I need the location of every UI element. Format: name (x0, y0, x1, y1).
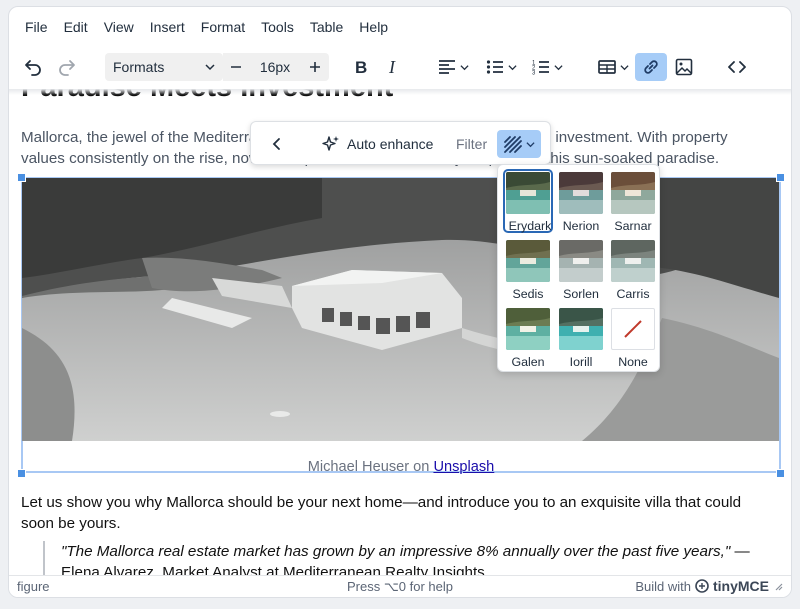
filter-galen[interactable]: Galen (503, 305, 553, 369)
bold-icon: B (355, 58, 367, 76)
italic-icon: I (388, 58, 396, 76)
filter-label-none: None (618, 355, 648, 369)
blockquote: "The Mallorca real estate market has gro… (43, 541, 763, 579)
filter-iorill[interactable]: Iorill (556, 305, 606, 369)
filter-nerion[interactable]: Nerion (556, 169, 606, 233)
sparkles-icon (322, 136, 339, 151)
filter-thumb (506, 172, 550, 214)
chevron-left-icon (272, 138, 280, 150)
brand-name: tinyMCE (713, 578, 769, 594)
svg-text:I: I (388, 58, 396, 76)
link-button[interactable] (635, 53, 667, 81)
tinymce-logo-icon (695, 579, 709, 593)
font-size-increase-button[interactable] (301, 53, 329, 81)
filter-erydark[interactable]: Erydark (503, 169, 553, 233)
menu-tools[interactable]: Tools (253, 15, 302, 39)
filter-thumb (611, 240, 655, 282)
filter-none[interactable]: None (608, 305, 658, 369)
menu-insert[interactable]: Insert (142, 15, 193, 39)
statusbar: figure Press ⌥0 for help Build with tiny… (9, 575, 791, 597)
brand-link[interactable]: Build with tinyMCE (635, 578, 783, 594)
chevron-down-icon (507, 64, 517, 70)
auto-enhance-button[interactable]: Auto enhance (321, 130, 433, 158)
link-icon (644, 60, 658, 74)
image-icon (675, 58, 693, 76)
filter-stripes-icon (504, 136, 522, 153)
resize-grip-icon[interactable] (773, 581, 783, 591)
menu-format[interactable]: Format (193, 15, 253, 39)
body-paragraph: Let us show you why Mallorca should be y… (21, 494, 742, 532)
menu-view[interactable]: View (96, 15, 142, 39)
filter-thumb (506, 240, 550, 282)
chevron-down-icon (205, 64, 215, 71)
formats-select[interactable]: Formats (105, 53, 223, 81)
brand-prefix: Build with (635, 578, 691, 594)
redo-icon (59, 60, 75, 76)
resize-handle-top-right[interactable] (776, 173, 785, 182)
filter-sarnar[interactable]: Sarnar (608, 169, 658, 233)
figure-caption: Michael Heuser on Unsplash (21, 459, 781, 475)
image-context-toolbar: Auto enhance Filter (250, 121, 551, 165)
chevron-down-icon (619, 64, 629, 70)
filter-label-sarnar: Sarnar (614, 219, 652, 233)
menu-edit[interactable]: Edit (56, 15, 96, 39)
filter-carris[interactable]: Carris (608, 237, 658, 301)
resize-handle-top-left[interactable] (17, 173, 26, 182)
table-button[interactable] (593, 53, 633, 81)
caption-text: Michael Heuser on (307, 459, 434, 475)
italic-button[interactable]: I (379, 53, 407, 81)
image-button[interactable] (669, 53, 699, 81)
chevron-down-icon (526, 141, 535, 147)
filter-thumb (611, 172, 655, 214)
bullet-list-icon (486, 60, 503, 74)
formats-label: Formats (113, 59, 165, 75)
font-size-decrease-button[interactable] (223, 53, 249, 81)
filter-thumb (506, 308, 550, 350)
align-dropdown-button[interactable] (433, 53, 473, 81)
minus-icon (231, 66, 241, 68)
redo-button[interactable] (53, 53, 81, 81)
back-button[interactable] (267, 130, 287, 158)
filter-thumb (559, 240, 603, 282)
figure-image[interactable] (22, 178, 779, 441)
toolbar: Formats 16px B I 123 (9, 49, 791, 89)
filter-dropdown-button[interactable] (497, 130, 541, 158)
align-left-icon (438, 60, 455, 74)
menu-help[interactable]: Help (351, 15, 396, 39)
auto-enhance-label: Auto enhance (347, 136, 434, 152)
chevron-down-icon (459, 64, 469, 70)
caption-link[interactable]: Unsplash (433, 459, 494, 475)
no-filter-icon (611, 308, 655, 350)
code-icon (728, 61, 746, 73)
svg-text:3: 3 (532, 71, 536, 76)
numbered-list-icon: 123 (532, 61, 549, 76)
bullet-list-button[interactable] (481, 53, 521, 81)
filter-thumb (559, 172, 603, 214)
editor: File Edit View Insert Format Tools Table… (8, 6, 792, 598)
undo-icon (25, 60, 41, 76)
filter-label-carris: Carris (616, 287, 650, 301)
filter-dropdown: Erydark Nerion Sarnar Sedis Sorlen Carri… (497, 164, 660, 372)
quote-text: "The Mallorca real estate market has gro… (61, 543, 731, 560)
filter-sedis[interactable]: Sedis (503, 237, 553, 301)
font-size-input[interactable]: 16px (249, 53, 301, 81)
filter-sorlen[interactable]: Sorlen (556, 237, 606, 301)
header-shadow (9, 89, 791, 95)
numbered-list-button[interactable]: 123 (527, 53, 567, 81)
svg-text:B: B (355, 58, 367, 76)
menu-file[interactable]: File (17, 15, 56, 39)
bold-button[interactable]: B (347, 53, 375, 81)
chevron-down-icon (553, 64, 563, 70)
filter-thumb (559, 308, 603, 350)
source-code-button[interactable] (723, 53, 751, 81)
menu-table[interactable]: Table (302, 15, 351, 39)
table-icon (597, 60, 616, 74)
plus-icon (310, 62, 320, 72)
undo-button[interactable] (19, 53, 47, 81)
harbor-photo (22, 178, 779, 441)
menubar: File Edit View Insert Format Tools Table… (9, 7, 791, 47)
filter-label: Filter (456, 136, 488, 152)
